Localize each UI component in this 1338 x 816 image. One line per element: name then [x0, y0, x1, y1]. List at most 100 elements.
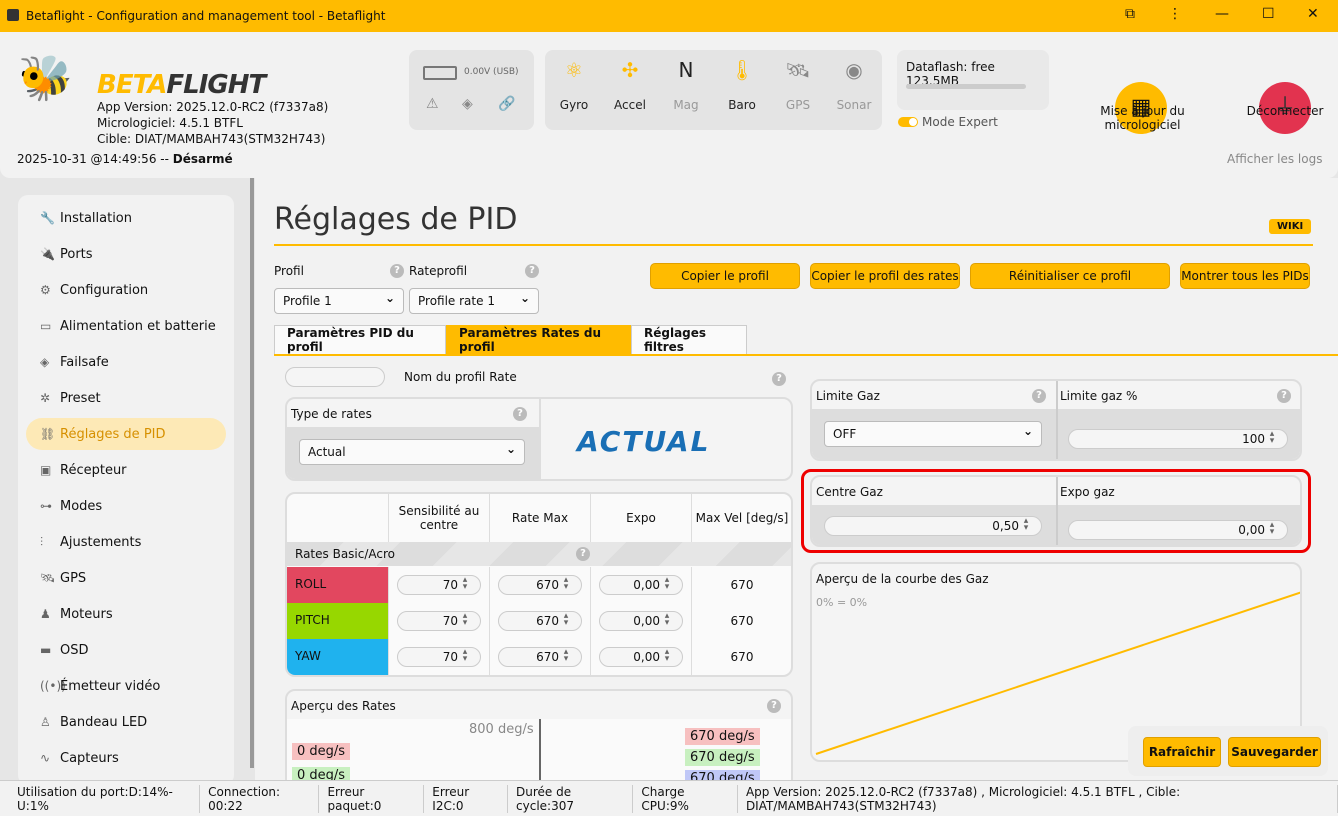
rates-preview-panel: Aperçu des Rates ? 800 deg/s 0 deg/s 0 d…: [285, 689, 793, 789]
sensor-gps-label: GPS: [773, 98, 823, 112]
status-item: Utilisation du port:D:14%-U:1%: [0, 785, 200, 813]
wiki-button[interactable]: WIKI: [1269, 219, 1311, 234]
expert-mode-toggle[interactable]: [898, 117, 918, 127]
rate-profile-name-input[interactable]: [285, 367, 385, 387]
sidebar-item-icon: 🛰: [40, 571, 60, 585]
show-logs-link[interactable]: Afficher les logs: [1227, 152, 1322, 166]
max-vel-value: 670: [691, 639, 793, 675]
pitch-max-label: 670 deg/s: [685, 749, 760, 766]
extensions-icon[interactable]: ⧉: [1125, 6, 1135, 22]
sidebar-item-label: Capteurs: [60, 751, 119, 766]
rateprofile-label: Rateprofil: [409, 264, 467, 278]
profile-select[interactable]: Profile 1: [274, 288, 404, 314]
sidebar-item[interactable]: ∿Capteurs: [26, 742, 226, 774]
table-header: Rate Max: [489, 494, 590, 542]
copy-rate-profile-button[interactable]: Copier le profil des rates: [810, 263, 960, 289]
sidebar-scrollbar[interactable]: [250, 178, 254, 768]
rateprofile-select[interactable]: Profile rate 1: [409, 288, 539, 314]
status-item: Connection: 00:22: [200, 785, 319, 813]
sidebar-item[interactable]: ⚙Configuration: [26, 274, 226, 306]
sensors-panel: ⚛Gyro✣AccelNMag🌡Baro🛰GPS◉Sonar: [545, 50, 882, 130]
show-all-pids-button[interactable]: Montrer tous les PIDs: [1180, 263, 1310, 289]
preview-axis: [539, 719, 541, 789]
throttle-expo-input[interactable]: 0,00: [1068, 520, 1288, 540]
arm-state: Désarmé: [173, 152, 233, 166]
sidebar-item-label: Alimentation et batterie: [60, 319, 216, 334]
refresh-button[interactable]: Rafraîchir: [1143, 737, 1221, 767]
sidebar-item-label: Failsafe: [60, 355, 109, 370]
actual-logo: ACTUAL: [577, 425, 710, 458]
page-title: Réglages de PID: [274, 202, 517, 237]
max-input[interactable]: 670: [498, 611, 582, 631]
sidebar-item-icon: ✲: [40, 391, 60, 405]
tab-rates-settings[interactable]: Paramètres Rates du profil: [446, 325, 631, 355]
roll-min-label: 0 deg/s: [292, 743, 350, 760]
sidebar: 🔧Installation 🔌Ports ⚙Configuration ▭Alimen…: [18, 195, 234, 785]
expo-input[interactable]: 0,00: [599, 575, 683, 595]
maximize-button[interactable]: ☐: [1262, 6, 1275, 22]
axis-label: ROLL: [287, 567, 388, 603]
sidebar-item-icon: ⫶: [40, 535, 60, 550]
help-icon: ?: [1032, 389, 1046, 403]
sidebar-item[interactable]: ◈Failsafe: [26, 346, 226, 378]
center-input[interactable]: 70: [397, 575, 481, 595]
sidebar-item[interactable]: ♟Moteurs: [26, 598, 226, 630]
sidebar-item[interactable]: ▬OSD: [26, 634, 226, 666]
sensor-accel-label: Accel: [605, 98, 655, 112]
max-vel-value: 670: [691, 567, 793, 603]
sidebar-item[interactable]: 🔌Ports: [26, 238, 226, 270]
throttle-mid-input[interactable]: 0,50: [824, 516, 1042, 536]
sidebar-item-label: OSD: [60, 643, 89, 658]
save-button[interactable]: Sauvegarder: [1228, 737, 1321, 767]
sidebar-item[interactable]: 🔧Installation: [26, 202, 226, 234]
max-input[interactable]: 670: [498, 575, 582, 595]
reset-profile-button[interactable]: Réinitialiser ce profil: [970, 263, 1170, 289]
max-input[interactable]: 670: [498, 647, 582, 667]
sidebar-item[interactable]: ⊶Modes: [26, 490, 226, 522]
status-item: Charge CPU:9%: [633, 785, 738, 813]
divider: [691, 567, 692, 677]
copy-profile-button[interactable]: Copier le profil: [650, 263, 800, 289]
help-icon: ?: [390, 264, 404, 278]
sidebar-item[interactable]: ⛓Réglages de PID: [26, 418, 226, 450]
firmware-version: Micrologiciel: 4.5.1 BTFL: [97, 116, 243, 130]
table-header: Sensibilité au centre: [388, 494, 489, 542]
firmware-update-label: Mise à jour du micrologiciel: [1065, 104, 1220, 132]
menu-icon[interactable]: ⋮: [1168, 6, 1182, 22]
sidebar-item[interactable]: ⫶Ajustements: [26, 526, 226, 558]
sidebar-item[interactable]: ▣Récepteur: [26, 454, 226, 486]
sensor-sonar-label: Sonar: [829, 98, 879, 112]
sidebar-item[interactable]: ((•))Émetteur vidéo: [26, 670, 226, 702]
table-header: Max Vel [deg/s]: [691, 494, 792, 542]
battery-voltage: 0.00V (USB): [464, 67, 519, 77]
minimize-button[interactable]: —: [1215, 6, 1229, 22]
rates-table: Sensibilité au centreRate MaxExpoMax Vel…: [285, 492, 793, 677]
tab-filter-settings[interactable]: Réglages filtres: [631, 325, 747, 355]
app-version: App Version: 2025.12.0-RC2 (f7337a8): [97, 100, 328, 114]
rates-type-select[interactable]: Actual: [299, 439, 525, 465]
sensor-baro-icon: 🌡: [717, 58, 767, 82]
sidebar-item-label: Preset: [60, 391, 101, 406]
sidebar-item-label: Ajustements: [60, 535, 141, 550]
throttle-limit-pct-input[interactable]: 100: [1068, 429, 1288, 449]
window-title: Betaflight - Configuration and managemen…: [26, 9, 385, 23]
expo-input[interactable]: 0,00: [599, 611, 683, 631]
expo-input[interactable]: 0,00: [599, 647, 683, 667]
sensor-baro-label: Baro: [717, 98, 767, 112]
center-input[interactable]: 70: [397, 647, 481, 667]
sensor-gyro-label: Gyro: [549, 98, 599, 112]
tab-pid-settings[interactable]: Paramètres PID du profil: [274, 325, 446, 355]
sidebar-item[interactable]: ▭Alimentation et batterie: [26, 310, 226, 342]
throttle-limit-select[interactable]: OFF: [824, 421, 1042, 447]
center-input[interactable]: 70: [397, 611, 481, 631]
sidebar-item-label: Ports: [60, 247, 93, 262]
sensor-sonar-icon: ◉: [829, 58, 879, 82]
sidebar-item[interactable]: ✲Preset: [26, 382, 226, 414]
header: 🐝 BETAFLIGHT App Version: 2025.12.0-RC2 …: [0, 32, 1338, 178]
link-icon: 🔗: [498, 96, 515, 112]
sidebar-item[interactable]: ♙Bandeau LED: [26, 706, 226, 738]
close-button[interactable]: ✕: [1307, 6, 1319, 22]
sidebar-item[interactable]: 🛰GPS: [26, 562, 226, 594]
sidebar-item-label: Modes: [60, 499, 102, 514]
divider: [1056, 477, 1058, 547]
